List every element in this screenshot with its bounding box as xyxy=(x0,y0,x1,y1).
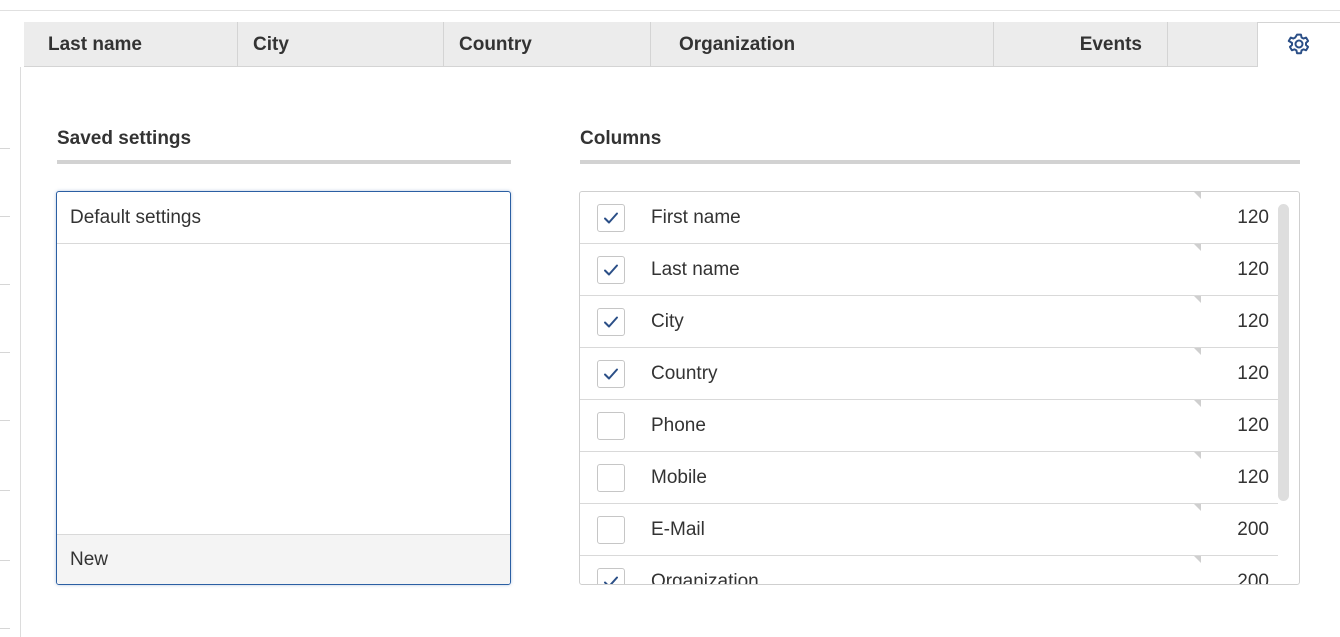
width-edit-marker-icon xyxy=(1194,244,1201,251)
new-setting-label: New xyxy=(70,548,109,570)
width-edit-marker-icon xyxy=(1194,296,1201,303)
column-row[interactable]: Mobile 120 xyxy=(580,452,1278,504)
column-width-value[interactable]: 200 xyxy=(1237,556,1269,584)
column-row-label: Last name xyxy=(651,259,740,280)
column-width-value[interactable]: 120 xyxy=(1237,244,1269,296)
gear-icon xyxy=(1285,30,1313,63)
width-edit-marker-icon xyxy=(1194,504,1201,511)
check-icon xyxy=(604,212,618,224)
new-setting-button[interactable]: New xyxy=(57,534,510,584)
saved-setting-label: Default settings xyxy=(70,206,201,228)
saved-settings-title: Saved settings xyxy=(57,128,192,149)
saved-settings-list[interactable]: Default settings New xyxy=(56,191,511,585)
column-width-value[interactable]: 200 xyxy=(1237,504,1269,556)
grid-row-line xyxy=(0,628,10,629)
column-visible-checkbox[interactable] xyxy=(597,516,625,544)
column-header-label: Events xyxy=(1079,33,1142,55)
column-row[interactable]: City 120 xyxy=(580,296,1278,348)
check-icon xyxy=(604,368,618,380)
column-row[interactable]: Organization 200 xyxy=(580,556,1278,585)
grid-row-line xyxy=(0,216,10,217)
saved-setting-item[interactable]: Default settings xyxy=(57,192,510,244)
column-width-value[interactable]: 120 xyxy=(1237,348,1269,400)
column-row[interactable]: Phone 120 xyxy=(580,400,1278,452)
column-width-value[interactable]: 120 xyxy=(1237,452,1269,504)
column-header-label: City xyxy=(253,33,289,55)
column-header-organization[interactable]: Organization xyxy=(651,22,994,67)
column-row[interactable]: E-Mail 200 xyxy=(580,504,1278,556)
grid-settings-view: Last name City Country Organization Even… xyxy=(0,0,1340,637)
column-row[interactable]: First name 120 xyxy=(580,192,1278,244)
column-row[interactable]: Country 120 xyxy=(580,348,1278,400)
width-edit-marker-icon xyxy=(1194,556,1201,563)
check-icon xyxy=(604,316,618,328)
grid-settings-button[interactable] xyxy=(1257,22,1340,69)
width-edit-marker-icon xyxy=(1194,348,1201,355)
grid-row-line xyxy=(0,420,10,421)
column-visible-checkbox[interactable] xyxy=(597,308,625,336)
grid-row-line xyxy=(0,490,10,491)
column-visible-checkbox[interactable] xyxy=(597,464,625,492)
column-header-label: Country xyxy=(459,33,532,55)
grid-header: Last name City Country Organization Even… xyxy=(24,22,1340,67)
column-row-label: Country xyxy=(651,363,718,384)
column-row-label: Phone xyxy=(651,415,706,436)
columns-scrollbar[interactable] xyxy=(1278,204,1289,501)
column-header-country[interactable]: Country xyxy=(444,22,651,67)
column-row[interactable]: Last name 120 xyxy=(580,244,1278,296)
column-width-value[interactable]: 120 xyxy=(1237,296,1269,348)
grid-row-line xyxy=(0,560,10,561)
column-width-value[interactable]: 120 xyxy=(1237,400,1269,452)
column-row-label: First name xyxy=(651,207,741,228)
check-icon xyxy=(604,576,618,584)
column-row-label: Mobile xyxy=(651,467,707,488)
width-edit-marker-icon xyxy=(1194,452,1201,459)
column-row-label: City xyxy=(651,311,684,332)
check-icon xyxy=(604,264,618,276)
column-header-last-name[interactable]: Last name xyxy=(24,22,238,67)
grid-row-line xyxy=(0,148,10,149)
saved-settings-rule xyxy=(57,160,511,164)
width-edit-marker-icon xyxy=(1194,192,1201,199)
columns-title: Columns xyxy=(580,128,662,149)
grid-top-border xyxy=(0,10,1340,11)
column-header-city[interactable]: City xyxy=(238,22,444,67)
column-row-label: Organization xyxy=(651,571,759,585)
column-header-events[interactable]: Events xyxy=(994,22,1168,67)
grid-row-line xyxy=(0,284,10,285)
column-width-value[interactable]: 120 xyxy=(1237,192,1269,244)
width-edit-marker-icon xyxy=(1194,400,1201,407)
column-row-label: E-Mail xyxy=(651,519,705,540)
column-visible-checkbox[interactable] xyxy=(597,568,625,584)
column-header-label: Last name xyxy=(48,33,142,55)
column-visible-checkbox[interactable] xyxy=(597,360,625,388)
column-visible-checkbox[interactable] xyxy=(597,204,625,232)
columns-list[interactable]: First name 120 Last name 120 City 120 Country 1… xyxy=(579,191,1300,585)
columns-rule xyxy=(580,160,1300,164)
grid-row-line xyxy=(0,352,10,353)
column-visible-checkbox[interactable] xyxy=(597,256,625,284)
column-visible-checkbox[interactable] xyxy=(597,412,625,440)
column-header-label: Organization xyxy=(679,33,796,55)
